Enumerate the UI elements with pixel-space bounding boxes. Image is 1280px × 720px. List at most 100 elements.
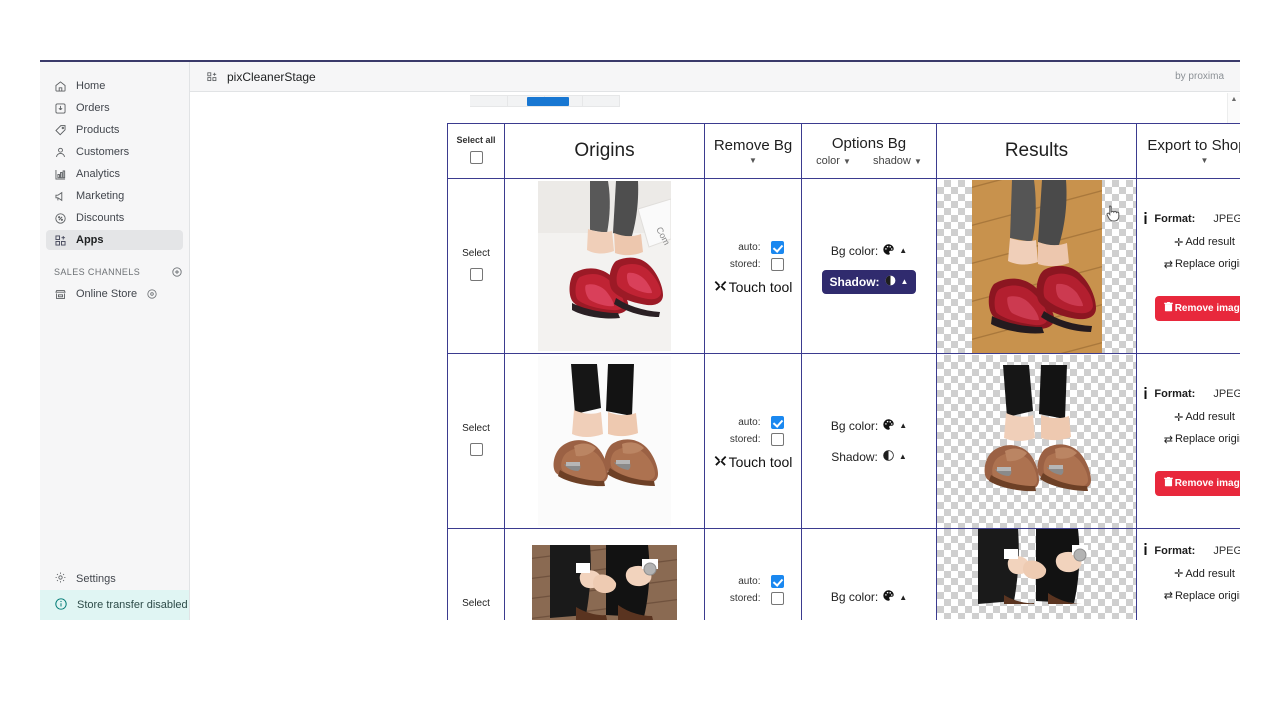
export-title: Export to Shopify	[1147, 136, 1240, 154]
remove-image-button[interactable]: Remove image	[1154, 295, 1240, 321]
bg-color-button[interactable]: Bg color: ▲	[823, 585, 915, 609]
chevron-up-icon: ▲	[898, 452, 907, 461]
auto-checkbox[interactable]	[770, 575, 784, 588]
sidebar-item-customers[interactable]: Customers	[46, 142, 183, 162]
options-bg-title: Options Bg	[831, 134, 907, 152]
result-image-red-loafers-wood[interactable]	[971, 179, 1102, 353]
origin-image-brown-loafers[interactable]	[538, 356, 671, 526]
replace-origin-button[interactable]: ⇄ Replace origin	[1137, 433, 1240, 446]
sidebar-item-label: Customers	[76, 145, 130, 158]
sidebar-item-label: Online Store	[76, 287, 138, 300]
result-image-brown-loafers[interactable]	[972, 355, 1102, 528]
scroll-segment	[583, 96, 620, 106]
store-transfer-label: Store transfer disabled	[77, 599, 188, 611]
bg-color-button[interactable]: Bg color: ▲	[823, 239, 915, 263]
stored-checkbox[interactable]	[770, 433, 784, 446]
orders-icon	[54, 102, 67, 115]
stored-checkbox[interactable]	[770, 258, 784, 271]
add-result-button[interactable]: ✛ Add result	[1137, 567, 1240, 581]
replace-origin-label: Replace origin	[1174, 258, 1240, 270]
sidebar-item-marketing[interactable]: Marketing	[46, 186, 183, 206]
auto-checkbox[interactable]	[770, 241, 784, 254]
stored-row: stored:	[705, 433, 801, 446]
format-row: Format: JPEG ⌄	[1137, 211, 1240, 227]
shadow-button[interactable]: Shadow: ▲	[823, 445, 915, 469]
export-chevron-down-icon[interactable]: ▼	[1137, 156, 1240, 165]
replace-origin-label: Replace origin	[1174, 433, 1240, 445]
replace-origin-button[interactable]: ⇄ Replace origin	[1137, 258, 1240, 271]
header-options-bg: Options Bg color ▼ shadow ▼	[801, 123, 937, 179]
sidebar: Home Orders Products Customers Analytics…	[40, 62, 190, 620]
remove-bg-chevron-down-icon[interactable]: ▼	[705, 156, 801, 165]
remove-image-button[interactable]: Remove image	[1154, 470, 1240, 496]
sidebar-item-online-store[interactable]: Online Store	[46, 284, 183, 304]
auto-checkbox[interactable]	[770, 416, 784, 429]
horizontal-scrollbar[interactable]	[470, 95, 620, 107]
scroll-segment	[470, 96, 508, 106]
horizontal-scroll-thumb[interactable]	[527, 97, 569, 106]
select-all-checkbox[interactable]	[469, 151, 483, 165]
add-result-button[interactable]: ✛ Add result	[1137, 236, 1240, 249]
bg-color-label: Bg color:	[830, 243, 879, 258]
remove-image-label: Remove image	[1174, 477, 1240, 489]
preview-store-eye-icon[interactable]	[146, 288, 158, 300]
options-color-dropdown[interactable]: color ▼	[816, 155, 851, 167]
sales-channels-title: SALES CHANNELS	[54, 267, 141, 277]
remove-bg-cell: auto: stored:	[704, 528, 802, 620]
result-transparent-canvas[interactable]	[937, 179, 1136, 353]
sidebar-item-settings[interactable]: Settings	[46, 568, 183, 590]
shadow-button[interactable]: Shadow: ▲	[821, 269, 917, 294]
sidebar-item-products[interactable]: Products	[46, 120, 183, 140]
info-icon[interactable]	[1141, 386, 1150, 402]
add-channel-icon[interactable]	[171, 266, 183, 278]
bg-color-button[interactable]: Bg color: ▲	[823, 414, 915, 438]
remove-bg-cell: auto: stored:	[704, 178, 802, 354]
select-all-label: Select all	[456, 135, 496, 145]
sidebar-item-home[interactable]: Home	[46, 76, 183, 96]
chevron-up-icon: ▲	[899, 421, 908, 430]
result-image-hands-trousers[interactable]	[964, 529, 1109, 604]
result-transparent-canvas[interactable]	[937, 354, 1136, 528]
header-results: Results	[936, 123, 1137, 179]
origin-image-hands-trousers[interactable]	[532, 545, 677, 620]
options-shadow-dropdown[interactable]: shadow ▼	[873, 155, 922, 167]
result-cell	[936, 353, 1137, 529]
table-row: Select	[447, 353, 1240, 529]
stored-label: stored:	[729, 259, 761, 270]
format-value[interactable]: JPEG	[1213, 545, 1240, 557]
origins-title: Origins	[574, 139, 635, 161]
result-transparent-canvas[interactable]	[937, 529, 1136, 619]
options-bg-subcontrols: color ▼ shadow ▼	[802, 155, 936, 167]
touch-tool-button[interactable]: Touch tool	[705, 279, 801, 295]
options-bg-cell: Bg color: ▲	[801, 528, 937, 620]
options-stack: Bg color: ▲ Shadow: ▲	[802, 414, 936, 469]
store-transfer-banner[interactable]: Store transfer disabled	[40, 590, 189, 620]
plus-icon: ✛	[1174, 411, 1184, 424]
origin-image-box[interactable]	[505, 529, 704, 620]
row-select-cell: Select	[447, 528, 505, 620]
origin-image-red-loafers[interactable]: Com	[538, 181, 671, 351]
replace-origin-button[interactable]: ⇄ Replace origin	[1137, 589, 1240, 603]
format-label: Format:	[1154, 544, 1196, 557]
sidebar-item-label: Apps	[76, 233, 104, 246]
sidebar-item-analytics[interactable]: Analytics	[46, 164, 183, 184]
apps-grid-icon	[54, 234, 67, 247]
row-select-checkbox[interactable]	[469, 443, 483, 457]
app-grid-icon	[206, 71, 218, 83]
sidebar-item-apps[interactable]: Apps	[46, 230, 183, 250]
format-value[interactable]: JPEG	[1213, 388, 1240, 400]
info-icon[interactable]	[1141, 211, 1150, 227]
format-value[interactable]: JPEG	[1213, 213, 1240, 225]
origin-image-box[interactable]	[505, 356, 704, 526]
origin-image-box[interactable]: Com	[505, 181, 704, 351]
info-icon[interactable]	[1141, 543, 1150, 558]
sidebar-item-orders[interactable]: Orders	[46, 98, 183, 118]
mouse-cursor-icon	[1105, 204, 1121, 222]
sidebar-item-discounts[interactable]: Discounts	[46, 208, 183, 228]
stored-checkbox[interactable]	[770, 592, 784, 605]
touch-tool-button[interactable]: Touch tool	[705, 454, 801, 470]
row-select-checkbox[interactable]	[469, 268, 483, 282]
palette-icon	[882, 243, 895, 259]
scroll-up-arrow-icon[interactable]: ▲	[1228, 93, 1240, 106]
add-result-button[interactable]: ✛ Add result	[1137, 411, 1240, 424]
